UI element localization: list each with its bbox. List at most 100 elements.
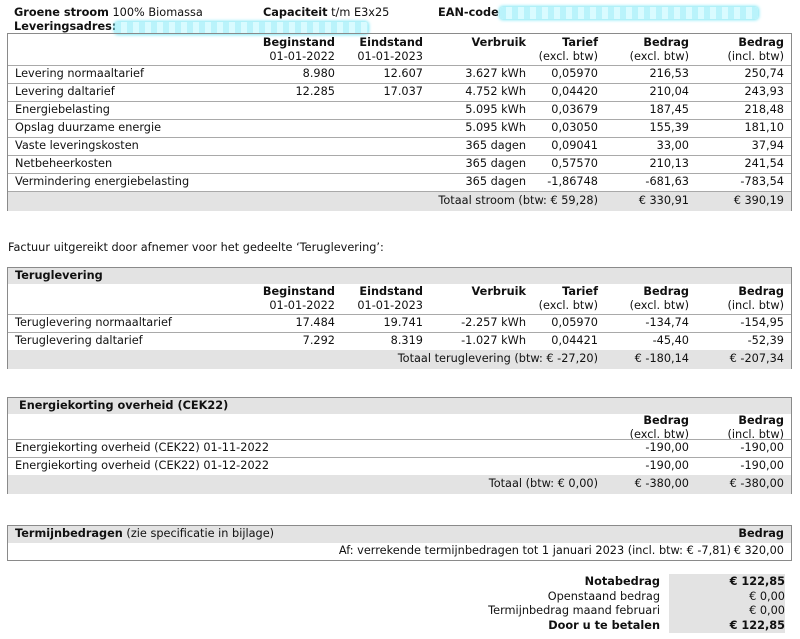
row-tariff: 0,57570 [551,157,598,170]
stroom-row: Energiebelasting 5.095 kWh 0,03679 187,45 21… [8,101,791,119]
row-amount-excl: 210,04 [649,85,689,98]
row-divider [8,83,791,84]
tl-col-amount-excl-sub: (excl. btw) [629,299,689,312]
row-end: 12.607 [383,67,423,80]
korting-table: Energiekorting overheid (CEK22) Bedrag (… [7,397,792,494]
row-amount-incl: -154,95 [740,316,784,329]
termijn-amount-header: Bedrag [738,527,784,540]
row-begin: 12.285 [295,85,335,98]
summary-label: Door u te betalen [548,618,660,632]
row-tariff: 0,03679 [551,103,598,116]
summary-label: Notabedrag [584,575,660,588]
termijn-row-amount: € 320,00 [733,544,784,557]
row-amount-incl: 250,74 [744,67,784,80]
row-label: Levering daltarief [15,85,115,98]
row-label: Energiekorting overheid (CEK22) 01-12-20… [15,459,270,472]
teruglevering-total-row: Totaal teruglevering (btw: € -27,20) € -… [8,350,791,369]
row-end: 19.741 [383,316,423,329]
row-label: Energiekorting overheid (CEK22) 01-11-20… [15,441,270,454]
k-col-amount-incl: Bedrag [738,414,784,427]
teruglevering-table: Teruglevering Beginstand 01-01-2022 Eind… [7,267,792,369]
tl-col-amount-incl-sub: (incl. btw) [727,299,785,312]
row-usage: -1.027 kWh [461,334,526,347]
row-label: Vermindering energiebelasting [15,175,190,188]
row-end: 8.319 [390,334,423,347]
row-divider [8,137,791,138]
stroom-total-excl: € 330,91 [638,194,689,207]
row-usage: 365 dagen [465,139,526,152]
stroom-row: Netbeheerkosten 365 dagen 0,57570 210,13 241… [8,155,791,173]
capacity-label: Capaciteit t/m E3x25 [263,6,389,19]
row-tariff: 0,03050 [551,121,598,134]
termijn-title: Termijnbedragen [15,527,123,540]
row-begin: 7.292 [302,334,335,347]
capacity-value: t/m E3x25 [331,6,390,19]
row-amount-excl: -134,74 [645,316,689,329]
row-amount-excl: 155,39 [649,121,689,134]
row-tariff: 0,09041 [551,139,598,152]
row-tariff: 0,04421 [551,334,598,347]
col-amount-excl-sub: (excl. btw) [629,50,689,63]
row-label: Energiebelasting [15,103,110,116]
row-amount-excl: 216,53 [649,67,689,80]
row-amount-excl: 33,00 [656,139,689,152]
termijn-title-group: Termijnbedragen (zie specificatie in bij… [15,527,274,540]
row-usage: 365 dagen [465,157,526,170]
row-label: Opslag duurzame energie [15,121,162,134]
termijn-title-bar: Termijnbedragen (zie specificatie in bij… [8,526,791,543]
col-tariff-sub: (excl. btw) [538,50,598,63]
tl-col-tariff: Tarief [562,285,598,298]
product-label: Groene stroom 100% Biomassa [14,6,203,19]
row-amount-incl: 181,10 [744,121,784,134]
row-amount-incl: 243,93 [744,85,784,98]
summary-label: Openstaand bedrag [547,589,660,603]
row-amount-excl: -681,63 [645,175,689,188]
termijn-subtitle: (zie specificatie in bijlage) [126,527,275,540]
row-usage: 365 dagen [465,175,526,188]
tl-total-incl: € -207,34 [729,352,784,365]
tl-col-end-date: 01-01-2023 [357,299,423,312]
stroom-row: Levering daltarief 12.285 17.037 4.752 kWh 0… [8,83,791,101]
row-divider [8,119,791,120]
teruglevering-note: Factuur uitgereikt door afnemer voor het… [8,241,384,254]
stroom-total-incl: € 390,19 [733,194,784,207]
row-divider [8,457,791,458]
row-amount-excl: -45,40 [652,334,689,347]
row-begin: 17.484 [295,316,335,329]
row-tariff: -1,86748 [547,175,598,188]
address-label: Leveringsadres: [14,20,117,33]
row-label: Teruglevering daltarief [15,334,143,347]
termijn-row-label: Af: verrekende termijnbedragen tot 1 jan… [338,544,731,557]
korting-row: Energiekorting overheid (CEK22) 01-11-20… [8,439,791,457]
tl-col-tariff-sub: (excl. btw) [538,299,598,312]
korting-title: Energiekorting overheid (CEK22) [19,399,229,412]
col-begin: Beginstand [262,36,335,49]
col-end-date: 01-01-2023 [357,50,423,63]
row-divider [8,101,791,102]
col-end: Eindstand [359,36,423,49]
row-divider [8,439,791,440]
stroom-total-row: Totaal stroom (btw: € 59,28) € 330,91 € … [8,192,791,211]
row-tariff: 0,05970 [551,67,598,80]
stroom-total-label: Totaal stroom (btw: € 59,28) [438,194,598,207]
row-divider [8,314,791,315]
korting-row: Energiekorting overheid (CEK22) 01-12-20… [8,457,791,475]
row-amount-excl: -190,00 [645,441,689,454]
row-divider [8,173,791,174]
redacted-ean [500,7,758,19]
teruglevering-row: Teruglevering normaaltarief 17.484 19.741 -… [8,314,791,332]
stroom-row: Vermindering energiebelasting 365 dagen -1… [8,173,791,191]
k-total-label: Totaal (btw: € 0,00) [488,477,598,490]
summary-value: € 0,00 [749,589,785,603]
row-divider [8,65,791,66]
col-tariff: Tarief [562,36,598,49]
row-amount-incl: -783,54 [740,175,784,188]
row-usage: 5.095 kWh [465,121,526,134]
row-begin: 8.980 [302,67,335,80]
row-amount-incl: -190,00 [740,459,784,472]
row-usage: 3.627 kWh [465,67,526,80]
row-amount-incl: -190,00 [740,441,784,454]
termijn-table: Termijnbedragen (zie specificatie in bij… [7,525,792,561]
row-usage: 4.752 kWh [465,85,526,98]
col-begin-date: 01-01-2022 [269,50,335,63]
